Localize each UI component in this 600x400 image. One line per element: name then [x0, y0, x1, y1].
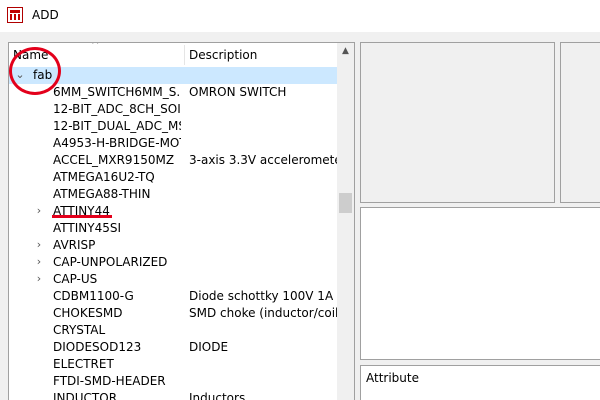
- chevron-right-icon[interactable]: ›: [33, 255, 45, 268]
- tree-row-name: FTDI-SMD-HEADER: [53, 374, 166, 388]
- tree-row[interactable]: FTDI-SMD-HEADER: [9, 373, 339, 390]
- annotation-underline: [52, 215, 112, 218]
- library-tree[interactable]: ^ Name Description ⌄ fab 6MM_SWITCH6MM_S…: [8, 42, 355, 400]
- tree-row[interactable]: ATMEGA88-THIN: [9, 186, 339, 203]
- tree-row-name: ACCEL_MXR9150MZ: [53, 153, 175, 167]
- tree-row[interactable]: 12-BIT_DUAL_ADC_MS...: [9, 118, 339, 135]
- tree-row[interactable]: › AVRISP: [9, 237, 339, 254]
- tree-row[interactable]: CDBM1100-G Diode schottky 100V 1A ...: [9, 288, 339, 305]
- column-header-description[interactable]: Description: [189, 48, 257, 62]
- column-separator[interactable]: [184, 45, 185, 65]
- tree-row-name: CDBM1100-G: [53, 289, 134, 303]
- tree-row-description: DIODE: [189, 340, 229, 354]
- tree-row[interactable]: › CAP-UNPOLARIZED: [9, 254, 339, 271]
- tree-row[interactable]: DIODESOD123 DIODE: [9, 339, 339, 356]
- tree-row-name: CHOKESMD: [53, 306, 123, 320]
- tree-row-description: Inductors: [189, 391, 246, 400]
- chevron-right-icon[interactable]: ›: [33, 238, 45, 251]
- tree-row-name: ATMEGA88-THIN: [53, 187, 151, 201]
- tree-row-description: SMD choke (inductor/coil...: [189, 306, 339, 320]
- window-title: ADD: [32, 8, 59, 22]
- chevron-right-icon[interactable]: ›: [33, 204, 45, 217]
- tree-row[interactable]: › CAP-US: [9, 271, 339, 288]
- tree-row[interactable]: ATMEGA16U2-TQ: [9, 169, 339, 186]
- tree-row-name: CRYSTAL: [53, 323, 106, 337]
- tree-row[interactable]: 6MM_SWITCH6MM_S... OMRON SWITCH: [9, 84, 339, 101]
- annotation-circle: [9, 47, 61, 95]
- tree-row-name: ATMEGA16U2-TQ: [53, 170, 155, 184]
- symbol-preview: [360, 42, 555, 203]
- package-preview: [560, 42, 600, 203]
- chevron-right-icon[interactable]: ›: [33, 272, 45, 285]
- tree-row-description: OMRON SWITCH: [189, 85, 287, 99]
- tree-row-name: A4953-H-BRIDGE-MOT...: [53, 136, 181, 150]
- scroll-up-arrow-icon[interactable]: ▲: [337, 43, 354, 60]
- tree-row-name: 12-BIT_DUAL_ADC_MS...: [53, 119, 181, 133]
- description-pane: [360, 207, 600, 360]
- tree-row-name: ATTINY45SI: [53, 221, 121, 235]
- tree-rows: ⌄ fab 6MM_SWITCH6MM_S... OMRON SWITCH 12-B…: [9, 67, 339, 400]
- tree-row[interactable]: ACCEL_MXR9150MZ 3-axis 3.3V accelerometer: [9, 152, 339, 169]
- tree-row-name: DIODESOD123: [53, 340, 142, 354]
- tree-row-name: INDUCTOR: [53, 391, 118, 400]
- attribute-panel: Attribute: [360, 365, 600, 400]
- tree-row[interactable]: CHOKESMD SMD choke (inductor/coil...: [9, 305, 339, 322]
- ic-chip-icon: [7, 7, 23, 23]
- tree-row[interactable]: ELECTRET: [9, 356, 339, 373]
- tree-row-name: 12-BIT_ADC_8CH_SOIC: [53, 102, 181, 116]
- tree-row-name: 6MM_SWITCH6MM_S...: [53, 85, 181, 99]
- tree-row[interactable]: 12-BIT_ADC_8CH_SOIC: [9, 101, 339, 118]
- scrollbar-thumb[interactable]: [339, 193, 352, 213]
- tree-row[interactable]: INDUCTOR Inductors: [9, 390, 339, 400]
- tree-row-name: CAP-US: [53, 272, 98, 286]
- sort-caret-icon: ^: [91, 42, 100, 51]
- tree-row-description: 3-axis 3.3V accelerometer: [189, 153, 339, 167]
- attribute-header: Attribute: [366, 371, 419, 385]
- tree-row[interactable]: A4953-H-BRIDGE-MOT...: [9, 135, 339, 152]
- tree-row-name: ELECTRET: [53, 357, 114, 371]
- tree-row-name: AVRISP: [53, 238, 96, 252]
- tree-row[interactable]: ATTINY45SI: [9, 220, 339, 237]
- vertical-scrollbar[interactable]: ▲: [337, 43, 354, 400]
- title-bar: ADD: [0, 0, 600, 32]
- tree-row[interactable]: CRYSTAL: [9, 322, 339, 339]
- tree-row-description: Diode schottky 100V 1A ...: [189, 289, 339, 303]
- tree-row-name: CAP-UNPOLARIZED: [53, 255, 168, 269]
